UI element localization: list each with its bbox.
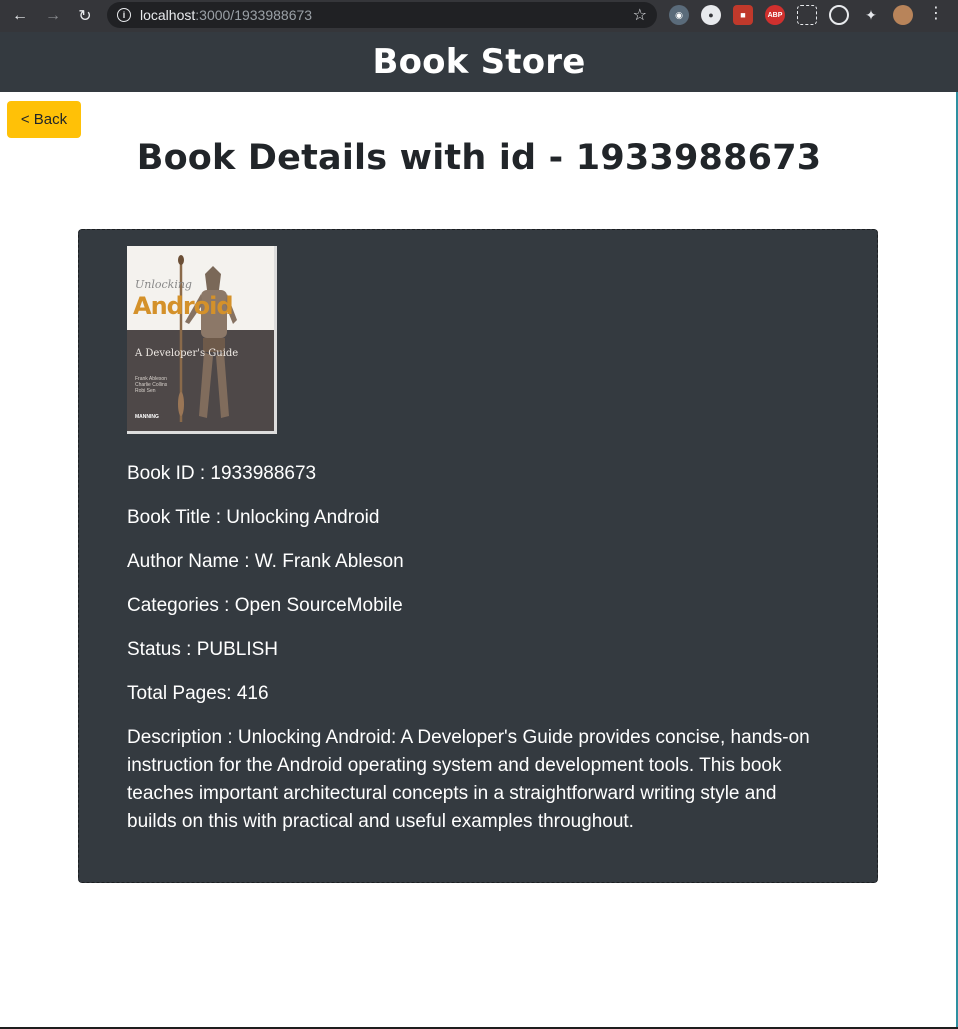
total-pages-text: Total Pages: 416 <box>127 683 269 704</box>
url-text[interactable]: localhost:3000/1933988673 <box>140 7 312 23</box>
categories-text: Categories : Open SourceMobile <box>127 595 403 616</box>
forward-arrow-icon[interactable]: → <box>42 5 64 27</box>
back-button[interactable]: < Back <box>7 101 81 138</box>
reload-icon[interactable]: ↻ <box>74 5 96 27</box>
puzzle-icon[interactable]: ✦ <box>861 5 881 25</box>
book-title-text: Book Title : Unlocking Android <box>127 507 380 528</box>
circle-extension-icon[interactable]: ● <box>701 5 721 25</box>
page-title: Book Details with id - 1933988673 <box>136 138 822 178</box>
status-text: Status : PUBLISH <box>127 639 279 660</box>
red-extension-icon[interactable]: ■ <box>733 5 753 25</box>
kebab-menu-icon[interactable]: ⋮ <box>928 6 944 22</box>
bookmark-star-icon[interactable]: ☆ <box>633 5 647 25</box>
app-title: Book Store <box>372 42 586 82</box>
info-icon[interactable]: i <box>117 8 131 22</box>
profile-avatar[interactable] <box>893 5 913 25</box>
target-icon[interactable] <box>829 5 849 25</box>
author-name-text: Author Name : W. Frank Ableson <box>127 551 404 572</box>
book-details-list: Book ID : 1933988673 Book Title : Unlock… <box>127 460 829 836</box>
address-bar[interactable]: i localhost:3000/1933988673 ☆ <box>107 2 657 28</box>
book-cover-image: Unlocking Android A Developer's Guide Fr… <box>127 246 277 434</box>
adblock-plus-icon[interactable]: ABP <box>765 5 785 25</box>
book-id-text: Book ID : 1933988673 <box>127 463 317 484</box>
book-details-card: Unlocking Android A Developer's Guide Fr… <box>78 229 878 883</box>
eyes-extension-icon[interactable]: ◉ <box>669 5 689 25</box>
screenshot-icon[interactable] <box>797 5 817 25</box>
browser-toolbar: ← → ↻ i localhost:3000/1933988673 ☆ ◉ ● … <box>0 0 958 32</box>
app-header: Book Store <box>0 32 958 92</box>
description-text: Description : Unlocking Android: A Devel… <box>127 727 810 832</box>
back-arrow-icon[interactable]: ← <box>9 5 31 27</box>
